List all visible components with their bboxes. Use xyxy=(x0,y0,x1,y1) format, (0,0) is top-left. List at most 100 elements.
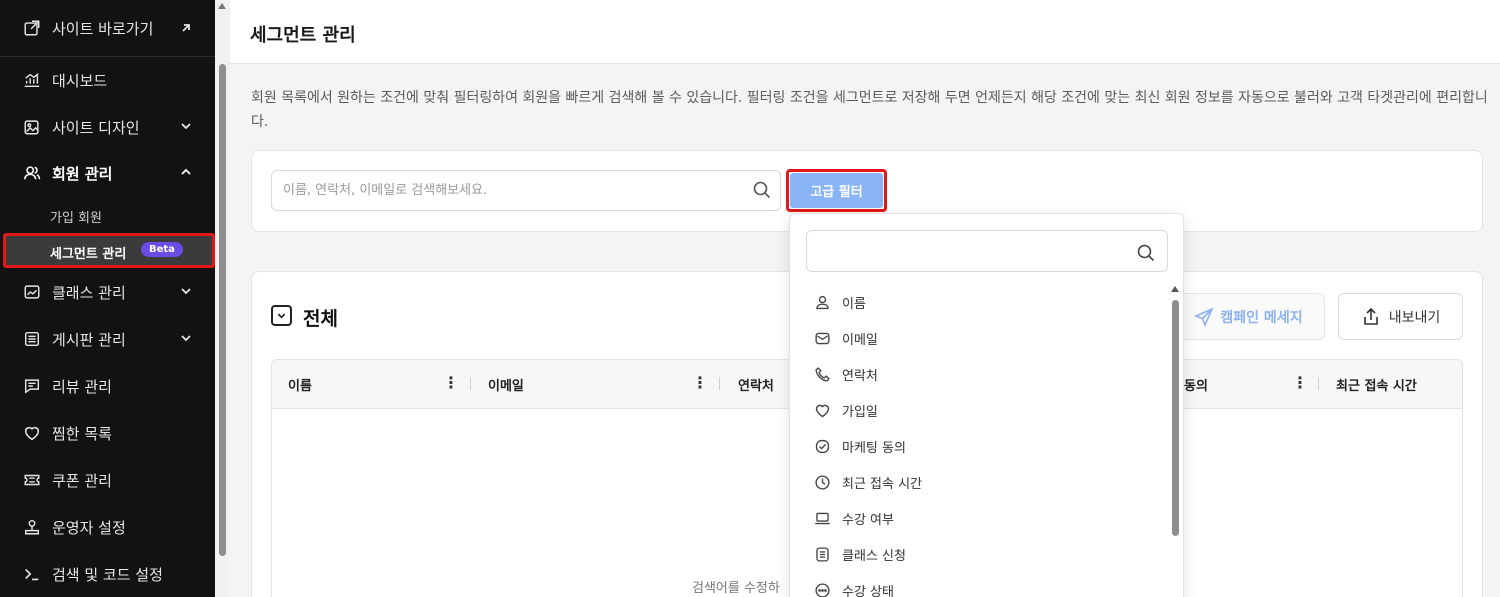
external-link-icon xyxy=(22,18,42,38)
filter-option-join-date[interactable]: 가입일 xyxy=(812,398,878,422)
search-icon[interactable] xyxy=(1136,243,1156,263)
scroll-up-arrow-icon[interactable] xyxy=(218,3,226,9)
sidebar-item-label: 쿠폰 관리 xyxy=(52,471,112,490)
column-menu-icon[interactable]: ⋮ xyxy=(692,373,708,392)
column-header-email[interactable]: 이메일 xyxy=(488,375,524,394)
filter-option-label: 수강 상태 xyxy=(842,584,894,597)
sidebar-subitem-joined-members[interactable]: 가입 회원 xyxy=(50,207,102,226)
advanced-filter-button[interactable]: 고급 필터 xyxy=(790,173,883,208)
campaign-message-button[interactable]: 캠페인 메세지 xyxy=(1172,293,1325,340)
form-icon xyxy=(812,544,832,564)
sidebar-item-site-shortcut[interactable]: 사이트 바로가기 xyxy=(0,5,215,51)
filter-option-label: 마케팅 동의 xyxy=(842,440,906,456)
arrow-up-right-icon xyxy=(179,21,193,35)
sidebar-item-label: 리뷰 관리 xyxy=(52,377,112,396)
column-header-name[interactable]: 이름 xyxy=(288,375,312,394)
filter-option-enrollment-status[interactable]: 수강 상태 xyxy=(812,578,894,597)
filter-option-enrollment[interactable]: 수강 여부 xyxy=(812,506,894,530)
column-header-consent[interactable]: 동의 xyxy=(1184,375,1208,394)
sidebar-item-coupon-management[interactable]: 쿠폰 관리 xyxy=(0,457,215,503)
column-header-last-access[interactable]: 최근 접속 시간 xyxy=(1336,375,1417,394)
filter-option-label: 수강 여부 xyxy=(842,512,894,528)
check-circle-icon xyxy=(812,436,832,456)
column-divider[interactable] xyxy=(1318,377,1319,390)
users-icon xyxy=(22,163,42,183)
chevron-up-icon xyxy=(179,165,193,179)
terminal-icon xyxy=(22,564,42,584)
coupon-icon xyxy=(22,470,42,490)
empty-state-text: 검색어를 수정하 xyxy=(692,581,780,596)
top-header xyxy=(230,0,1500,64)
filter-option-marketing-consent[interactable]: 마케팅 동의 xyxy=(812,434,906,458)
sidebar-item-site-design[interactable]: 사이트 디자인 xyxy=(0,104,215,150)
advanced-filter-dropdown: 이름 이메일 연락처 가입일 마케팅 동의 최근 접속 시간 수강 여부 클래스… xyxy=(789,213,1184,597)
dashboard-icon xyxy=(22,70,42,90)
sidebar: 사이트 바로가기 대시보드 사이트 디자인 회원 관리 가입 회원 세그먼트 관… xyxy=(0,0,215,597)
chevron-down-icon xyxy=(277,313,286,319)
filter-option-label: 연락처 xyxy=(842,368,878,384)
sidebar-item-wishlist[interactable]: 찜한 목록 xyxy=(0,410,215,456)
sidebar-item-label: 대시보드 xyxy=(52,71,108,90)
search-icon[interactable] xyxy=(752,180,772,200)
heart-icon xyxy=(812,400,832,420)
filter-search-input[interactable] xyxy=(806,230,1168,272)
sidebar-item-member-management[interactable]: 회원 관리 xyxy=(0,150,215,196)
column-menu-icon[interactable]: ⋮ xyxy=(443,373,459,392)
column-divider[interactable] xyxy=(470,377,471,390)
sidebar-item-search-code-settings[interactable]: 검색 및 코드 설정 xyxy=(0,551,215,597)
status-icon xyxy=(812,580,832,597)
all-segment-label: 전체 xyxy=(303,308,338,330)
filter-option-class-application[interactable]: 클래스 신청 xyxy=(812,542,906,566)
filter-option-label: 가입일 xyxy=(842,404,878,420)
dropdown-scrollbar-thumb[interactable] xyxy=(1172,300,1179,536)
sidebar-item-label: 게시판 관리 xyxy=(52,330,126,349)
beta-badge: Beta xyxy=(141,242,183,257)
sidebar-item-admin-settings[interactable]: 운영자 설정 xyxy=(0,504,215,550)
sidebar-item-class-management[interactable]: 클래스 관리 xyxy=(0,269,215,315)
filter-option-name[interactable]: 이름 xyxy=(812,290,866,314)
campaign-message-label: 캠페인 메세지 xyxy=(1220,309,1303,326)
filter-option-label: 최근 접속 시간 xyxy=(842,476,923,492)
sidebar-item-board-management[interactable]: 게시판 관리 xyxy=(0,316,215,362)
export-button[interactable]: 내보내기 xyxy=(1338,293,1463,340)
chevron-down-icon xyxy=(179,331,193,345)
sidebar-item-label: 운영자 설정 xyxy=(52,518,126,537)
sidebar-item-label: 회원 관리 xyxy=(52,164,113,183)
mail-icon xyxy=(812,328,832,348)
export-icon xyxy=(1363,307,1378,325)
person-icon xyxy=(812,292,832,312)
review-icon xyxy=(22,376,42,396)
sidebar-item-label: 사이트 바로가기 xyxy=(52,19,154,38)
scrollbar-thumb[interactable] xyxy=(219,64,226,556)
filter-option-label: 이름 xyxy=(842,296,866,312)
scroll-up-arrow-icon[interactable] xyxy=(1171,286,1179,292)
column-header-contact[interactable]: 연락처 xyxy=(738,375,774,394)
heart-icon xyxy=(22,423,42,443)
sidebar-item-label: 찜한 목록 xyxy=(52,424,112,443)
chevron-down-icon xyxy=(179,284,193,298)
sidebar-subitem-segment-management[interactable]: 세그먼트 관리 xyxy=(50,243,126,262)
class-icon xyxy=(22,282,42,302)
phone-icon xyxy=(812,364,832,384)
page-description: 회원 목록에서 원하는 조건에 맞춰 필터링하여 회원을 빠르게 검색해 볼 수… xyxy=(251,90,1488,130)
laptop-icon xyxy=(812,508,832,528)
send-icon xyxy=(1194,306,1214,327)
sidebar-scrollbar[interactable] xyxy=(215,0,230,597)
dropdown-scrollbar[interactable] xyxy=(1171,286,1179,597)
column-divider[interactable] xyxy=(719,377,720,390)
clock-icon xyxy=(812,472,832,492)
search-input[interactable] xyxy=(271,170,781,211)
export-label: 내보내기 xyxy=(1388,309,1441,326)
sidebar-item-label: 클래스 관리 xyxy=(52,283,126,302)
sidebar-item-label: 검색 및 코드 설정 xyxy=(52,565,163,584)
sidebar-item-label: 사이트 디자인 xyxy=(52,118,140,137)
filter-option-last-access[interactable]: 최근 접속 시간 xyxy=(812,470,922,494)
filter-option-email[interactable]: 이메일 xyxy=(812,326,878,350)
select-all-dropdown[interactable] xyxy=(271,305,292,326)
board-icon xyxy=(22,329,42,349)
sidebar-item-review-management[interactable]: 리뷰 관리 xyxy=(0,363,215,409)
filter-option-contact[interactable]: 연락처 xyxy=(812,362,878,386)
admin-icon xyxy=(22,517,42,537)
sidebar-item-dashboard[interactable]: 대시보드 xyxy=(0,57,215,103)
column-menu-icon[interactable]: ⋮ xyxy=(1292,373,1308,392)
